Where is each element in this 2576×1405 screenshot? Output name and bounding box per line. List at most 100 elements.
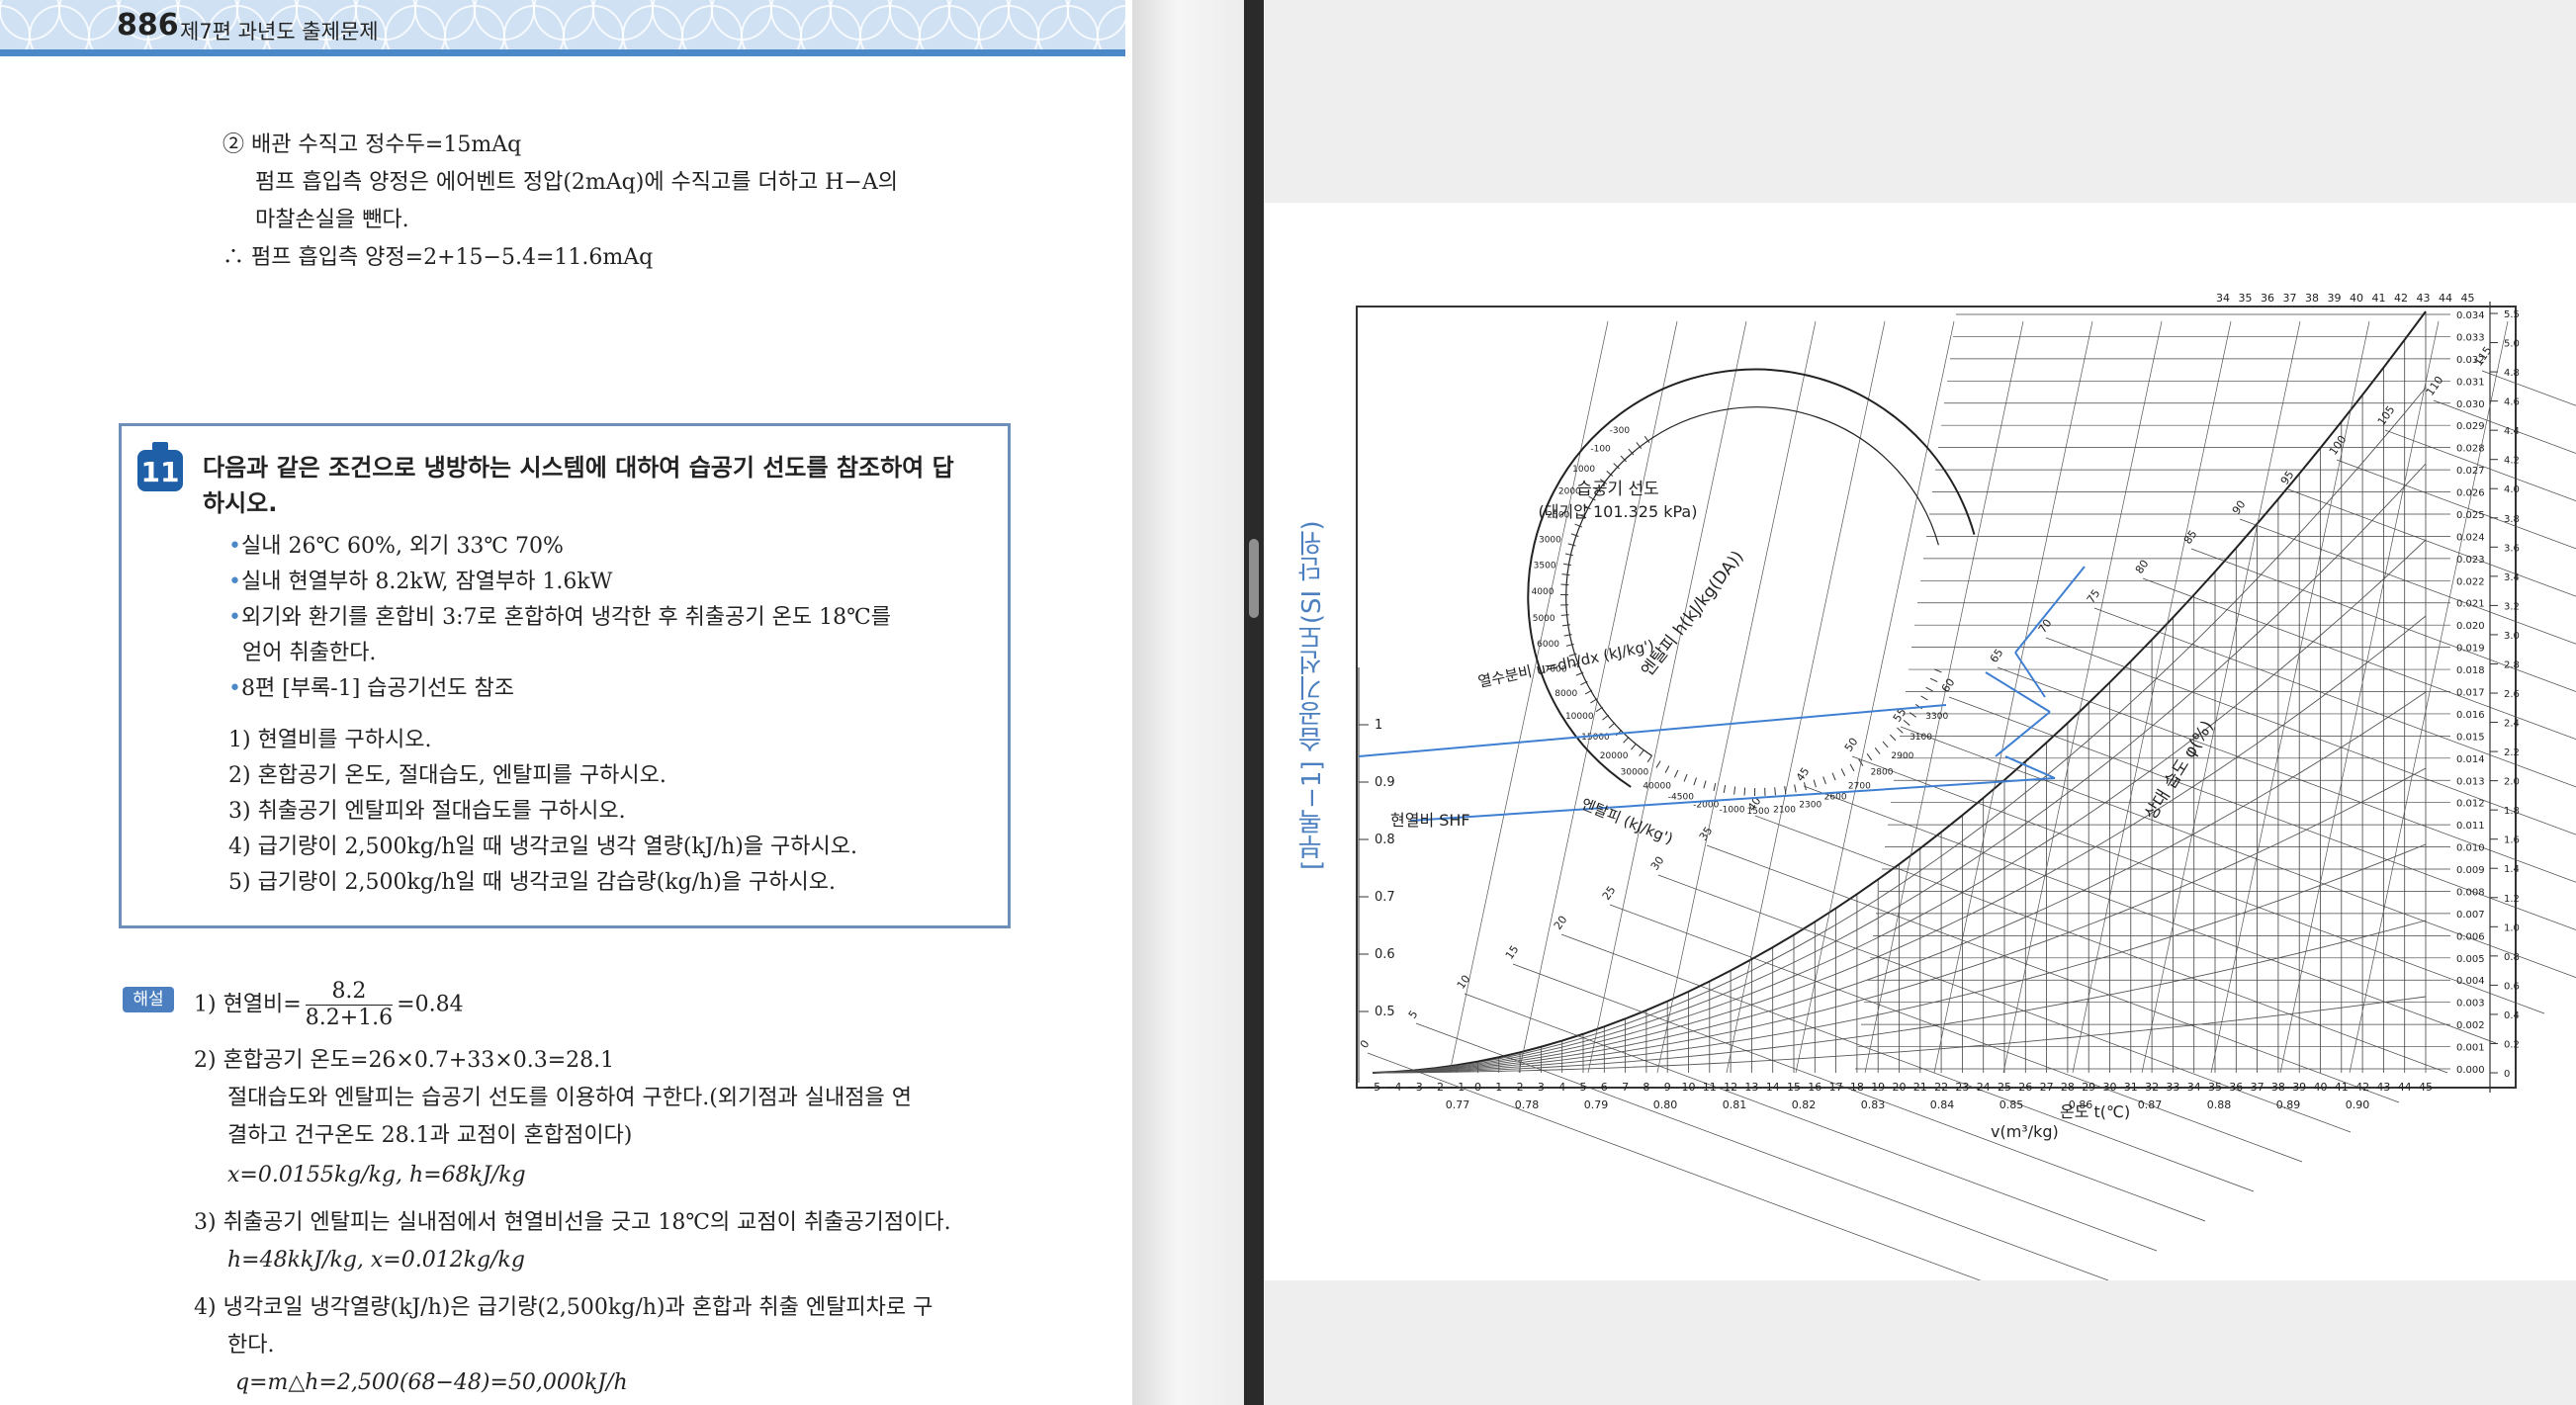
specific-volume-tick-label: 0.81: [1723, 1098, 1747, 1111]
specific-volume-line: [2141, 320, 2301, 1074]
humidity-tick-label: 0.017: [2456, 688, 2485, 699]
split-view-divider[interactable]: [1244, 0, 1264, 1405]
protractor-tick: [1565, 553, 1574, 557]
header-scallop: [0, 5, 31, 51]
humidity-tick-label: 0.026: [2456, 488, 2485, 499]
humidity-tick-label: 0.001: [2456, 1043, 2485, 1054]
vapor-pressure-tick-label: 1.4: [2504, 864, 2520, 875]
humidity-tick-label: 0.021: [2456, 599, 2485, 610]
temperature-tick-label: 28: [2061, 1081, 2075, 1094]
relative-humidity-label: 상대 습도 φ(%): [2141, 717, 2217, 823]
humidity-tick-label: 0.020: [2456, 621, 2485, 632]
humidity-tick-label: 0.023: [2456, 555, 2485, 566]
humidity-tick-label: 0.009: [2456, 865, 2485, 876]
temperature-tick-label: 7: [1622, 1081, 1629, 1094]
protractor-tick: [1890, 734, 1897, 742]
temperature-tick-label: 43: [2376, 1081, 2390, 1094]
temperature-tick-label: −4: [1385, 1081, 1401, 1094]
protractor-tick: [1639, 749, 1644, 757]
humidity-tick-label: 0.025: [2456, 510, 2485, 521]
protractor-outer-arc: [1527, 368, 1976, 788]
problem-title: 다음과 같은 조건으로 냉방하는 시스템에 대하여 습공기 선도를 참조하여 답…: [203, 450, 984, 521]
top-temperature-tick-label: 41: [2372, 292, 2386, 305]
enthalpy-tick-label: 30: [1648, 854, 1667, 873]
temperature-tick-label: 8: [1643, 1081, 1649, 1094]
question-item: 1) 현열비를 구하시오.: [228, 728, 432, 752]
problem-title-line-2: 하시오.: [203, 489, 278, 517]
specific-volume-tick-label: 0.77: [1446, 1098, 1470, 1111]
protractor-tick: [1562, 563, 1572, 567]
humidity-tick-label: 0.011: [2456, 821, 2485, 832]
enthalpy-line: [2433, 399, 2576, 454]
protractor-tick: [1733, 786, 1736, 795]
humidity-tick-label: 0.004: [2456, 976, 2485, 987]
vapor-pressure-tick-label: 0.8: [2504, 952, 2520, 963]
temperature-tick-label: 19: [1871, 1081, 1885, 1094]
humidity-tick-label: 0.006: [2456, 931, 2485, 942]
protractor-tick: [1563, 634, 1572, 637]
temperature-tick-label: 2: [1517, 1081, 1524, 1094]
temperature-tick-label: 22: [1934, 1081, 1948, 1094]
temperature-tick-label: 5: [1580, 1081, 1587, 1094]
temperature-tick-label: 42: [2355, 1081, 2369, 1094]
protractor-tick: [1561, 573, 1570, 576]
problem-number: 11: [141, 456, 180, 488]
humidity-tick-label: 0.015: [2456, 732, 2485, 743]
temperature-tick-label: 21: [1913, 1081, 1927, 1094]
specific-volume-line: [1518, 320, 1678, 1074]
enthalpy-tick-label: 45: [1794, 765, 1813, 784]
page-header: 886 제7편 과년도 출제문제: [0, 0, 1125, 51]
protractor-tick: [1683, 773, 1688, 782]
specific-volume-tick-label: 0.87: [2138, 1098, 2163, 1111]
question-item: 5) 급기량이 2,500kg/h일 때 냉각코일 감습량(kg/h)을 구하시…: [228, 870, 836, 895]
temperature-tick-label: 31: [2124, 1081, 2138, 1094]
humidity-tick-label: 0.033: [2456, 332, 2485, 343]
temperature-tick-label: −1: [1449, 1081, 1465, 1094]
protractor-tick: [1674, 769, 1679, 778]
humidity-tick-label: 0.034: [2456, 310, 2485, 321]
temperature-tick-label: 20: [1893, 1081, 1907, 1094]
chart-title: 습공기 선도: [1576, 480, 1659, 499]
temperature-tick-label: −5: [1365, 1081, 1380, 1094]
fraction: 8.2 8.2+1.6: [305, 979, 394, 1030]
humidity-tick-label: 0.024: [2456, 532, 2485, 543]
vapor-pressure-tick-label: 3.4: [2504, 572, 2520, 583]
condition-item: 얻어 취출한다.: [242, 641, 377, 665]
shf-tick-label: 0.8: [1375, 833, 1395, 847]
temperature-tick-label: 16: [1808, 1081, 1821, 1094]
enthalpy-tick-label: 60: [1939, 676, 1958, 695]
enthalpy-tick-label: 15: [1503, 943, 1522, 962]
enthalpy-tick-label: 70: [2036, 617, 2055, 636]
protractor-tick: [1882, 741, 1889, 748]
temperature-tick-label: 3: [1538, 1081, 1545, 1094]
enthalpy-line: [2093, 607, 2576, 788]
protractor-tick: [1561, 624, 1570, 627]
solution-2-line-2: 절대습도와 엔탈피는 습공기 선도를 이용하여 구한다.(외기점과 실내점을 연: [227, 1086, 912, 1110]
temperature-tick-label: 23: [1955, 1081, 1969, 1094]
protractor-tick-label: 2900: [1891, 751, 1913, 761]
process-line: [2014, 652, 2046, 698]
protractor-tick: [1840, 768, 1846, 776]
enthalpy-tick-label: 0: [1358, 1038, 1373, 1051]
protractor-tick: [1664, 765, 1670, 773]
temperature-tick-label: 17: [1829, 1081, 1843, 1094]
enthalpy-tick-label: 65: [1988, 647, 2006, 665]
vapor-pressure-tick-label: 3.6: [2504, 543, 2520, 554]
top-temperature-tick-label: 34: [2216, 292, 2230, 305]
temperature-tick-label: 4: [1558, 1081, 1565, 1094]
temperature-tick-label: −2: [1428, 1081, 1444, 1094]
top-temperature-tick-label: 38: [2305, 292, 2319, 305]
process-line: [2014, 566, 2086, 654]
protractor-tick: [1794, 784, 1797, 793]
enthalpy-line: [1560, 933, 2255, 1192]
vapor-pressure-tick-label: 1.0: [2504, 922, 2520, 933]
temperature-tick-label: 40: [2314, 1081, 2328, 1094]
protractor-tick-label: 5000: [1533, 614, 1555, 624]
enthalpy-line: [2287, 488, 2576, 597]
problem-number-icon: 11: [137, 442, 183, 491]
protractor-tick-label: 2100: [1773, 805, 1796, 815]
top-temperature-tick-label: 35: [2239, 292, 2253, 305]
divider-drag-handle[interactable]: [1249, 539, 1259, 618]
temperature-tick-label: 10: [1682, 1081, 1696, 1094]
specific-volume-tick-label: 0.79: [1584, 1098, 1609, 1111]
